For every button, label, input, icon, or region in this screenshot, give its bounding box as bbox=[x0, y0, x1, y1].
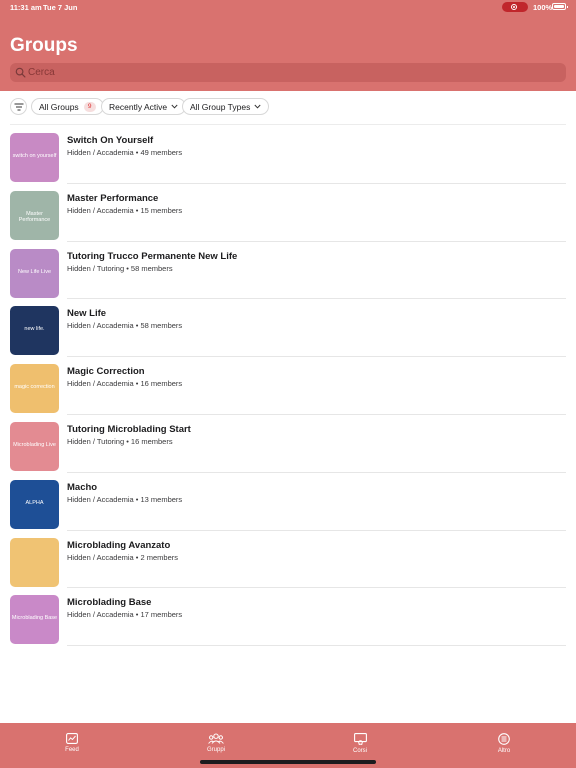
thumbnail-text: ALPHA bbox=[25, 499, 44, 506]
status-date: Tue 7 Jun bbox=[43, 3, 78, 12]
group-row[interactable]: Master Performance Master Performance Hidd… bbox=[10, 184, 566, 242]
filter-button[interactable] bbox=[10, 98, 27, 115]
group-thumbnail: switch on yourself bbox=[10, 133, 59, 182]
group-type-label: All Group Types bbox=[190, 101, 251, 112]
tab-more-label: Altro bbox=[497, 748, 511, 754]
home-indicator[interactable] bbox=[200, 760, 376, 764]
tab-feed[interactable]: Feed bbox=[42, 733, 102, 763]
all-groups-label: All Groups bbox=[39, 101, 79, 112]
group-meta: Hidden / Accademia • 17 members bbox=[67, 610, 183, 620]
search-input[interactable] bbox=[28, 63, 548, 82]
search-icon bbox=[15, 67, 26, 78]
screen-recording-icon bbox=[502, 2, 528, 12]
group-name: Microblading Base bbox=[67, 597, 152, 609]
tab-more[interactable]: Altro bbox=[474, 733, 534, 763]
group-row[interactable]: ALPHA Macho Hidden / Accademia • 13 member… bbox=[10, 473, 566, 531]
group-row[interactable]: Microblading Base Microblading Base Hidden… bbox=[10, 588, 566, 647]
thumbnail-text: Master Performance bbox=[18, 210, 51, 223]
group-meta: Hidden / Tutoring • 58 members bbox=[67, 263, 173, 273]
thumbnail-text: new life. bbox=[24, 326, 45, 333]
group-meta: Hidden / Accademia • 15 members bbox=[67, 205, 183, 215]
group-name: Switch On Yourself bbox=[67, 135, 154, 146]
all-groups-chip[interactable]: All Groups 9 bbox=[31, 98, 104, 115]
group-thumbnail: ALPHA bbox=[10, 479, 59, 529]
tab-courses-label: Corsi bbox=[352, 748, 367, 754]
header: 11:31 am Tue 7 Jun 100% Groups bbox=[0, 0, 576, 91]
group-name: Tutoring Trucco Permanente New Life bbox=[67, 250, 238, 262]
search-bar[interactable] bbox=[10, 63, 566, 82]
filter-bar: All Groups 9 Recently Active All Group T… bbox=[10, 98, 566, 125]
thumbnail-text: switch on yourself bbox=[12, 153, 57, 159]
group-type-dropdown[interactable]: All Group Types bbox=[182, 98, 270, 115]
group-thumbnail: Microblading Live bbox=[10, 421, 59, 471]
status-time: 11:31 am bbox=[10, 3, 42, 12]
group-thumbnail: Master Performance bbox=[10, 190, 59, 240]
feed-icon bbox=[66, 733, 78, 744]
sort-dropdown[interactable]: Recently Active bbox=[101, 98, 187, 115]
page-title: Groups bbox=[10, 35, 78, 56]
group-meta: Hidden / Accademia • 16 members bbox=[67, 379, 183, 389]
group-thumbnail: magic correction bbox=[10, 364, 59, 414]
group-name: Master Performance bbox=[67, 192, 159, 204]
group-meta: Hidden / Accademia • 13 members bbox=[67, 494, 183, 504]
group-meta: Hidden / Accademia • 49 members bbox=[67, 148, 183, 157]
sort-label: Recently Active bbox=[109, 101, 168, 112]
status-bar: 11:31 am Tue 7 Jun 100% bbox=[0, 0, 576, 14]
divider bbox=[67, 645, 566, 647]
thumbnail-text: magic correction bbox=[14, 384, 55, 391]
groups-icon bbox=[208, 733, 224, 744]
tab-courses[interactable]: Corsi bbox=[330, 733, 390, 763]
group-row[interactable]: New Life Live Tutoring Trucco Permanente … bbox=[10, 242, 566, 300]
group-row[interactable]: new life. New Life Hidden / Accademia • 58… bbox=[10, 299, 566, 358]
group-list: switch on yourself Switch On Yourself Hidd… bbox=[10, 126, 566, 647]
group-count-badge: 9 bbox=[83, 101, 96, 112]
group-name: Tutoring Microblading Start bbox=[67, 423, 191, 435]
battery-percent: 100% bbox=[533, 3, 553, 12]
group-thumbnail: new life. bbox=[10, 306, 59, 356]
group-row[interactable]: switch on yourself Switch On Yourself Hidd… bbox=[10, 126, 566, 184]
thumbnail-text: Microblading Live bbox=[13, 441, 56, 448]
thumbnail-text: Microblading Base bbox=[11, 615, 58, 622]
group-name: Magic Correction bbox=[67, 366, 145, 378]
group-row[interactable]: Microblading Live Tutoring Microblading S… bbox=[10, 415, 566, 473]
divider bbox=[10, 124, 566, 125]
courses-icon bbox=[353, 733, 367, 745]
more-icon bbox=[498, 733, 510, 745]
group-name: New Life bbox=[67, 308, 107, 320]
chevron-down-icon bbox=[171, 104, 178, 109]
tab-groups-label: Gruppi bbox=[206, 747, 225, 753]
tab-groups[interactable]: Gruppi bbox=[186, 733, 246, 763]
group-meta: Hidden / Accademia • 58 members bbox=[67, 321, 183, 331]
group-thumbnail: New Life Live bbox=[10, 248, 59, 298]
tab-feed-label: Feed bbox=[65, 747, 79, 753]
group-row[interactable]: magic correction Magic Correction Hidden /… bbox=[10, 357, 566, 415]
battery-icon bbox=[552, 3, 568, 10]
group-meta: Hidden / Accademia • 2 members bbox=[67, 552, 179, 562]
group-thumbnail: Microblading Base bbox=[10, 595, 59, 645]
group-row[interactable]: Microblading Avanzato Hidden / Accademia … bbox=[10, 531, 566, 589]
filter-icon bbox=[14, 103, 24, 111]
group-name: Microblading Avanzato bbox=[67, 539, 171, 551]
thumbnail-text: New Life Live bbox=[17, 268, 52, 275]
group-thumbnail bbox=[10, 537, 59, 587]
chevron-down-icon bbox=[254, 104, 261, 109]
group-meta: Hidden / Tutoring • 16 members bbox=[67, 436, 173, 446]
group-name: Macho bbox=[67, 481, 98, 493]
